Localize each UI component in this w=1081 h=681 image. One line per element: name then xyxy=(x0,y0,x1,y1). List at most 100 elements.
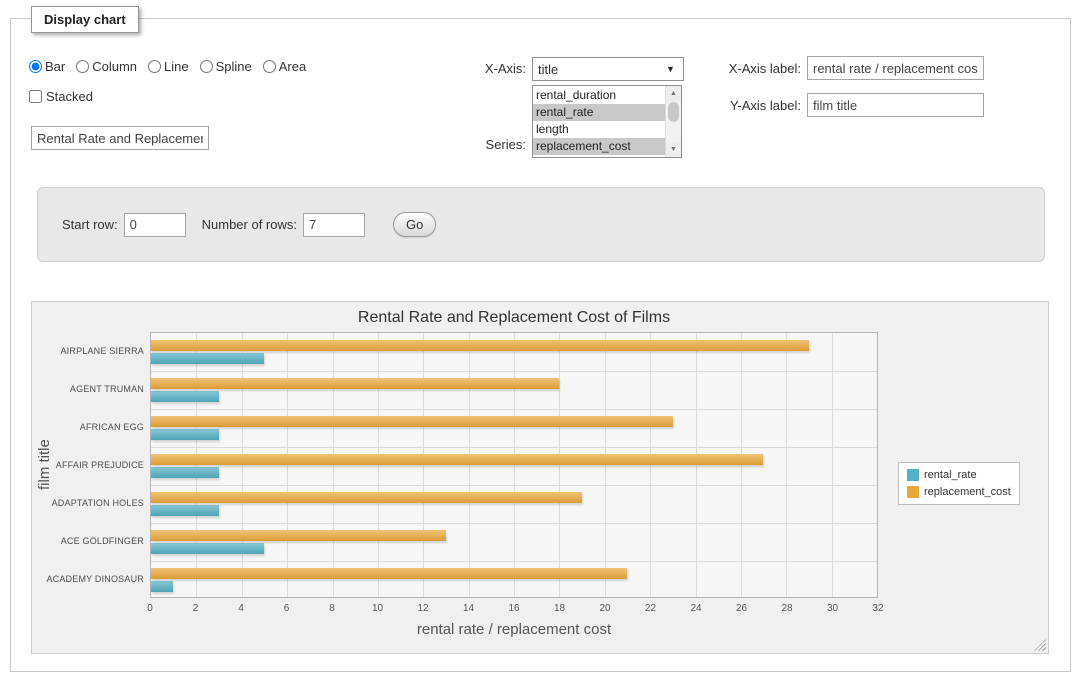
x-tick-label: 12 xyxy=(408,603,438,614)
chart-type-option-column[interactable]: Column xyxy=(76,59,137,74)
gridline xyxy=(514,333,515,597)
chart-type-radio-label: Line xyxy=(164,59,189,74)
x-tick-label: 18 xyxy=(545,603,575,614)
legend-label: rental_rate xyxy=(924,469,977,481)
gridline xyxy=(151,485,877,486)
gridline xyxy=(151,409,877,410)
chart-type-radio-spline[interactable] xyxy=(200,60,213,73)
bar-rental_rate xyxy=(151,581,173,592)
category-label: ACADEMY DINOSAUR xyxy=(32,560,144,598)
series-option-length[interactable]: length xyxy=(533,121,665,138)
legend-item-rental_rate[interactable]: rental_rate xyxy=(907,469,1011,481)
series-options-list: rental_durationrental_ratelengthreplacem… xyxy=(533,86,665,157)
x-tick-label: 26 xyxy=(727,603,757,614)
gridline xyxy=(151,561,877,562)
x-axis-caption: X-Axis: xyxy=(391,57,526,81)
bar-rental_rate xyxy=(151,353,264,364)
x-tick-label: 10 xyxy=(363,603,393,614)
gridline xyxy=(832,333,833,597)
series-option-rental_duration[interactable]: rental_duration xyxy=(533,87,665,104)
resize-handle-icon[interactable] xyxy=(1034,639,1046,651)
gridline xyxy=(242,333,243,597)
gridline xyxy=(469,333,470,597)
x-axis-selected-value: title xyxy=(533,62,666,77)
gridline xyxy=(151,447,877,448)
series-option-replacement_cost[interactable]: replacement_cost xyxy=(533,138,665,155)
bar-rental_rate xyxy=(151,505,219,516)
x-tick-label: 24 xyxy=(681,603,711,614)
scrollbar-track xyxy=(666,123,681,142)
bar-replacement_cost xyxy=(151,568,627,579)
bar-replacement_cost xyxy=(151,454,763,465)
start-row-input[interactable] xyxy=(124,213,186,237)
x-tick-label: 30 xyxy=(818,603,848,614)
chart-type-radio-bar[interactable] xyxy=(29,60,42,73)
series-caption: Series: xyxy=(391,137,526,153)
gridline xyxy=(605,333,606,597)
chart-title-input[interactable] xyxy=(31,126,209,150)
number-of-rows-label: Number of rows: xyxy=(202,217,297,232)
chart-legend: rental_rate replacement_cost xyxy=(898,462,1020,505)
x-tick-label: 4 xyxy=(226,603,256,614)
chart-type-radio-label: Column xyxy=(92,59,137,74)
chart-type-radio-area[interactable] xyxy=(263,60,276,73)
chart-type-option-bar[interactable]: Bar xyxy=(29,59,65,74)
chart-container: Rental Rate and Replacement Cost of Film… xyxy=(31,301,1049,654)
gridline xyxy=(741,333,742,597)
legend-label: replacement_cost xyxy=(924,486,1011,498)
x-axis-label-input[interactable] xyxy=(807,56,984,80)
x-axis-label-caption: X-Axis label: xyxy=(666,57,801,81)
bar-replacement_cost xyxy=(151,378,559,389)
legend-item-replacement_cost[interactable]: replacement_cost xyxy=(907,486,1011,498)
gridline xyxy=(287,333,288,597)
chart-title: Rental Rate and Replacement Cost of Film… xyxy=(150,309,878,327)
y-axis-label-input[interactable] xyxy=(807,93,984,117)
series-listbox[interactable]: rental_durationrental_ratelengthreplacem… xyxy=(532,85,682,158)
category-label: ADAPTATION HOLES xyxy=(32,484,144,522)
number-of-rows-input[interactable] xyxy=(303,213,365,237)
bar-rental_rate xyxy=(151,467,219,478)
x-tick-label: 6 xyxy=(272,603,302,614)
x-tick-label: 0 xyxy=(135,603,165,614)
legend-swatch xyxy=(907,486,919,498)
chart-type-option-spline[interactable]: Spline xyxy=(200,59,252,74)
x-tick-label: 22 xyxy=(636,603,666,614)
x-tick-label: 28 xyxy=(772,603,802,614)
bar-replacement_cost xyxy=(151,416,673,427)
gridline xyxy=(333,333,334,597)
category-label: AFFAIR PREJUDICE xyxy=(32,446,144,484)
category-label: ACE GOLDFINGER xyxy=(32,522,144,560)
scroll-down-icon[interactable]: ▼ xyxy=(666,142,681,157)
chart-type-radio-label: Area xyxy=(279,59,306,74)
stacked-option[interactable]: Stacked xyxy=(29,89,93,104)
gridline xyxy=(559,333,560,597)
go-button[interactable]: Go xyxy=(393,212,436,237)
gridline xyxy=(696,333,697,597)
y-axis-label-caption: Y-Axis label: xyxy=(666,94,801,118)
display-chart-panel: Display chart BarColumnLineSplineArea St… xyxy=(10,18,1071,672)
chart-type-option-line[interactable]: Line xyxy=(148,59,189,74)
x-tick-label: 8 xyxy=(317,603,347,614)
x-axis-title: rental rate / replacement cost xyxy=(150,621,878,638)
gridline xyxy=(423,333,424,597)
chart-type-radio-column[interactable] xyxy=(76,60,89,73)
bar-rental_rate xyxy=(151,429,219,440)
x-tick-label: 16 xyxy=(499,603,529,614)
gridline xyxy=(196,333,197,597)
bar-rental_rate xyxy=(151,543,264,554)
x-tick-label: 14 xyxy=(454,603,484,614)
bar-rental_rate xyxy=(151,391,219,402)
gridline xyxy=(378,333,379,597)
stacked-checkbox[interactable] xyxy=(29,90,42,103)
gridline xyxy=(151,523,877,524)
chart-type-radiogroup: Bar Column Line Spline Area xyxy=(29,56,306,76)
chart-type-option-area[interactable]: Area xyxy=(263,59,306,74)
start-row-label: Start row: xyxy=(62,217,118,232)
x-tick-label: 2 xyxy=(181,603,211,614)
x-axis-select[interactable]: title ▼ xyxy=(532,57,684,81)
chart-type-radio-line[interactable] xyxy=(148,60,161,73)
row-controls-panel: Start row: Number of rows: Go xyxy=(37,187,1045,262)
bar-replacement_cost xyxy=(151,492,582,503)
series-option-rental_rate[interactable]: rental_rate xyxy=(533,104,665,121)
gridline xyxy=(786,333,787,597)
